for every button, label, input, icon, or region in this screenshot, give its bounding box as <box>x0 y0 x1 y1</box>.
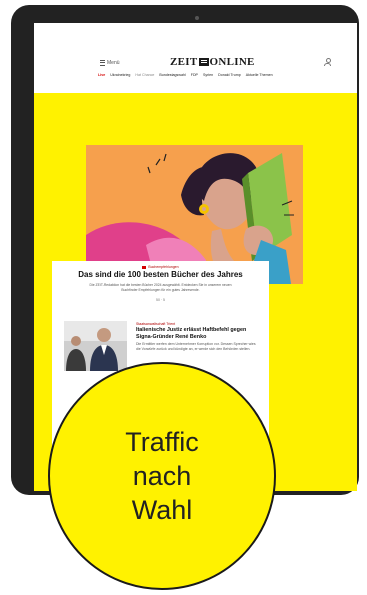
logo-text-right: ONLINE <box>209 56 255 68</box>
logo-text-left: ZEIT <box>170 56 198 68</box>
menu-label: Menü <box>107 60 120 66</box>
overlay-line: Wahl <box>131 495 193 525</box>
overlay-line: Traffic <box>125 427 199 457</box>
z-plus-badge-icon <box>142 265 147 269</box>
topic-nav: Live Ukrainekrieg Hat Chance Bundestagsw… <box>98 73 354 77</box>
menu-button[interactable]: Menü <box>100 60 120 66</box>
article-teaser: Die ZEIT-Redaktion hat die besten Bücher… <box>89 283 232 292</box>
secondary-article-photo[interactable] <box>64 321 127 371</box>
account-icon[interactable] <box>324 58 331 66</box>
nav-item[interactable]: Aktuelle Themen <box>246 73 273 77</box>
nav-item[interactable]: Donald Trump <box>218 73 241 77</box>
secondary-article-headline[interactable]: Italienische Justiz erlässt Haftbefehl g… <box>136 327 261 340</box>
nav-item[interactable]: Syrien <box>203 73 213 77</box>
overlay-text: Traffic nach Wahl <box>102 425 222 527</box>
logo-mark-icon <box>198 58 209 66</box>
article-kicker: Buchempfehlungen <box>52 265 269 269</box>
hamburger-icon <box>100 60 105 66</box>
nav-item-live[interactable]: Live <box>98 73 105 77</box>
article-meta: 50 · 5 <box>156 298 165 302</box>
portrait-photo <box>64 321 127 371</box>
article-kicker-text: Buchempfehlungen <box>148 265 179 269</box>
secondary-article-teaser: Die Ermittler werfen dem Unternehmer Kor… <box>136 342 256 351</box>
secondary-article-kicker: Staatsanwaltschaft Trient <box>136 322 176 326</box>
article-headline[interactable]: Das sind die 100 besten Bücher des Jahre… <box>52 270 269 279</box>
site-header: Menü ZEIT ONLINE Live Ukrainekrieg Hat C… <box>34 23 357 93</box>
nav-item[interactable]: Bundestagswahl <box>159 73 185 77</box>
traffic-overlay-circle: Traffic nach Wahl <box>48 362 276 590</box>
nav-item[interactable]: Hat Chance <box>135 73 154 77</box>
nav-item[interactable]: Ukrainekrieg <box>110 73 130 77</box>
overlay-line: nach <box>132 461 192 491</box>
camera-dot <box>195 16 199 20</box>
site-logo[interactable]: ZEIT ONLINE <box>170 56 255 68</box>
nav-item[interactable]: FDP <box>191 73 198 77</box>
